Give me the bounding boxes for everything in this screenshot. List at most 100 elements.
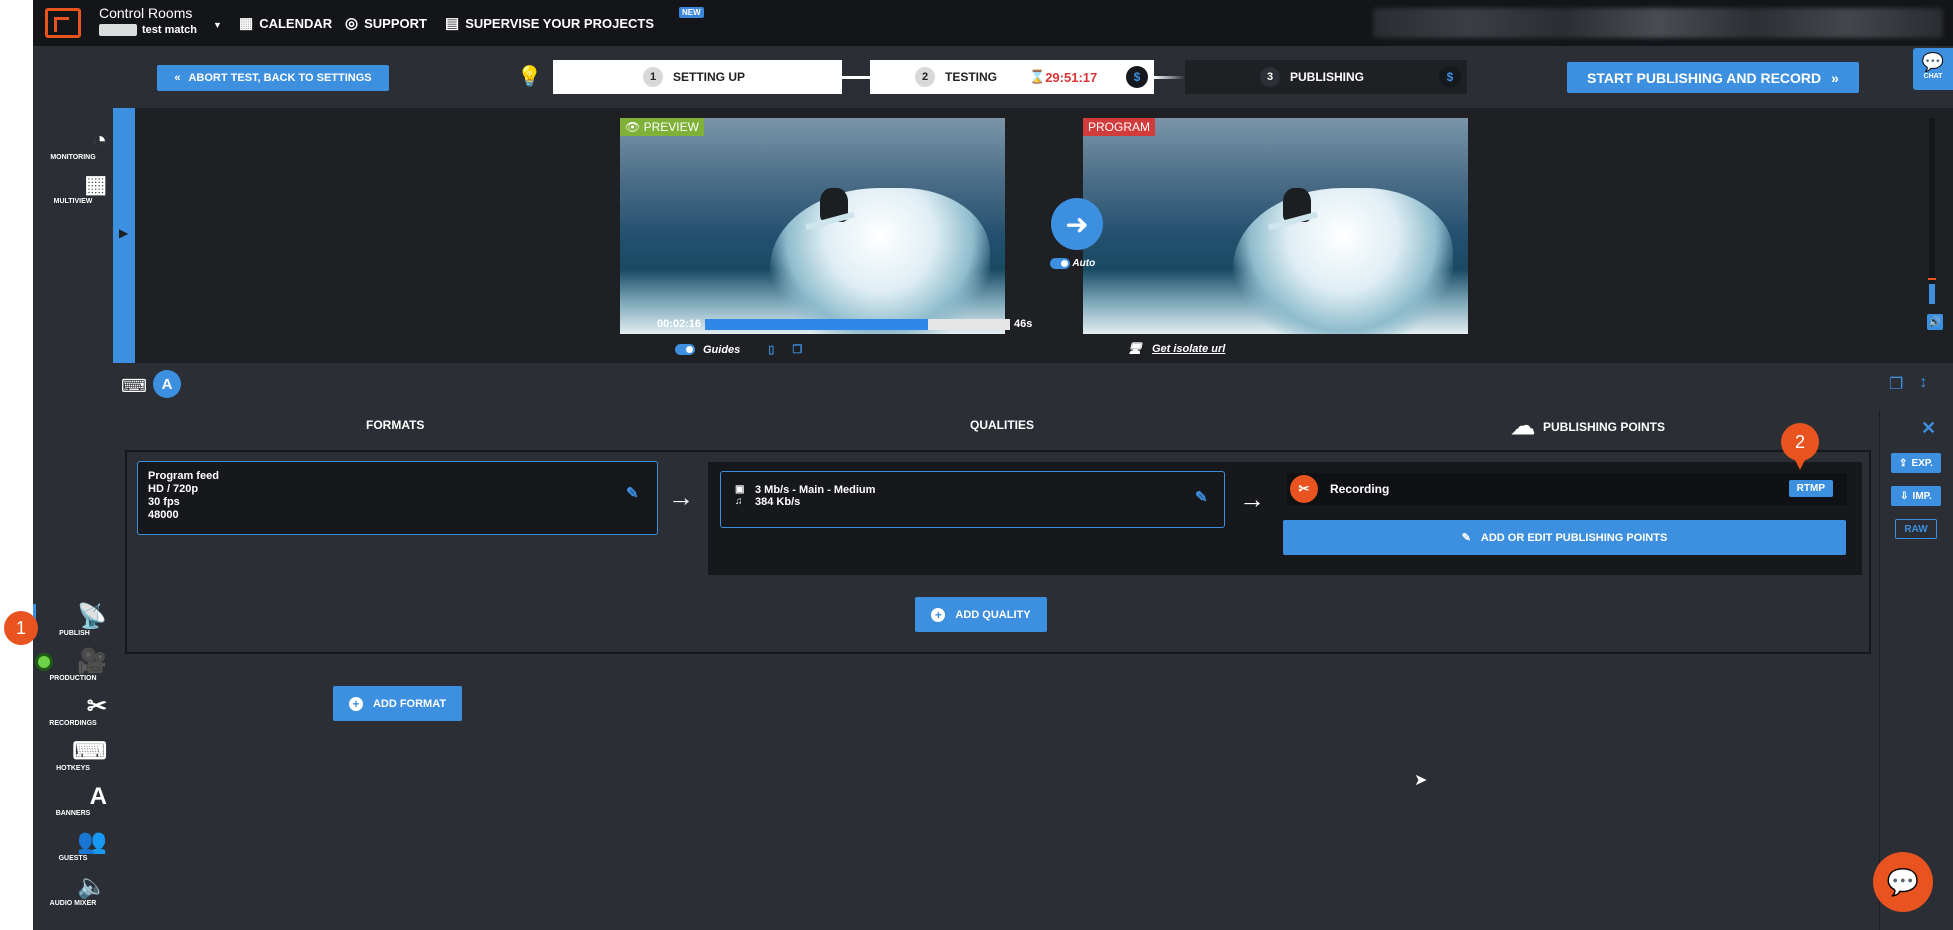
video-frame (770, 188, 990, 334)
remaining-time: 46s (1014, 318, 1033, 330)
logo-icon[interactable] (45, 8, 81, 38)
add-quality-button[interactable]: + ADD QUALITY (915, 597, 1047, 632)
sidebar-label: BANNERS (55, 810, 91, 817)
gauge-icon: ◔ (92, 127, 108, 154)
export-label: EXP. (1911, 457, 1933, 469)
step-testing[interactable]: 2 TESTING ⌛ 29:51:17 $ (870, 60, 1154, 94)
rtmp-badge[interactable]: RTMP (1788, 480, 1833, 497)
mobile-icon[interactable]: ▯ (768, 343, 774, 356)
copy-icon[interactable]: ❐ (792, 343, 802, 356)
nav-calendar[interactable]: ▦ CALENDAR (239, 14, 332, 32)
elapsed-time: 00:02:16 (657, 318, 702, 330)
pencil-icon[interactable]: ✎ (626, 486, 639, 501)
video-area (113, 108, 1953, 363)
start-publishing-button[interactable]: START PUBLISHING AND RECORD » (1567, 62, 1859, 93)
program-monitor[interactable]: PROGRAM (1083, 118, 1468, 334)
calendar-icon: ▦ (239, 15, 254, 32)
sidebar-item-multiview[interactable]: ▦ MULTIVIEW (33, 171, 113, 206)
auto-toggle[interactable] (1050, 258, 1070, 269)
blurred-user-area (1373, 8, 1943, 38)
plus-icon: + (931, 607, 946, 622)
abort-test-button[interactable]: « ABORT TEST, BACK TO SETTINGS (157, 65, 389, 91)
format-card[interactable]: Program feed HD / 720p 30 fps 48000 ✎ (137, 461, 658, 535)
sidebar-item-publish[interactable]: 📡 PUBLISH (33, 604, 113, 637)
grid-icon: ▦ (84, 171, 107, 198)
download-icon: ⇩ (1900, 490, 1909, 502)
step-connector (1154, 76, 1185, 79)
messenger-button[interactable]: 💬 (1873, 852, 1933, 912)
dollar-icon[interactable]: $ (1126, 66, 1148, 88)
step-publishing[interactable]: 3 PUBLISHING $ (1185, 60, 1467, 94)
sidebar-item-audio-mixer[interactable]: 🔈 AUDIO MIXER (33, 874, 113, 908)
sidebar-item-monitoring[interactable]: ◔ MONITORING (33, 127, 113, 162)
raw-button[interactable]: RAW (1895, 519, 1937, 539)
lifebuoy-icon: ◎ (345, 15, 359, 32)
expand-sources-strip[interactable]: ▶ (113, 108, 135, 363)
app-name: Control Rooms (99, 5, 193, 21)
step-connector (842, 76, 870, 79)
sidebar-label: HOTKEYS (56, 765, 90, 772)
status-dot (38, 656, 50, 668)
guides-toggle[interactable] (675, 344, 695, 355)
export-button[interactable]: ⇪ EXP. (1891, 453, 1941, 473)
arrow-right-icon: → (1239, 484, 1265, 514)
audio-level (1929, 284, 1935, 304)
mouse-cursor-icon: ➤ (1414, 772, 1428, 789)
chat-label: CHAT (1923, 73, 1943, 80)
format-fps: 30 fps (148, 496, 180, 508)
sidebar-item-banners[interactable]: A BANNERS (33, 784, 113, 818)
preview-monitor[interactable]: 👁 PREVIEW (620, 118, 1005, 334)
scissors-icon: ✂ (86, 693, 107, 720)
import-button[interactable]: ⇩ IMP. (1891, 486, 1941, 506)
pencil-icon[interactable]: ✎ (1195, 490, 1208, 505)
double-chevron-right-icon: » (1831, 69, 1839, 86)
banners-toggle[interactable]: A (153, 370, 181, 398)
panel-controls: ❐ ↕ (1889, 374, 1927, 394)
new-badge: NEW (679, 7, 704, 18)
quality-card[interactable]: ▣ 3 Mb/s - Main - Medium ♫ 384 Kb/s ✎ (720, 471, 1225, 528)
monitor-icon: 🖥 (1128, 343, 1142, 355)
auto-label: Auto (1072, 258, 1096, 270)
arrow-right-icon: ➜ (1065, 208, 1089, 240)
step-setting-up[interactable]: 1 SETTING UP (553, 60, 842, 94)
auto-toggle-row[interactable]: Auto (1050, 258, 1095, 269)
dollar-icon[interactable]: $ (1439, 66, 1461, 88)
sidebar-item-guests[interactable]: 👥 GUESTS (33, 828, 113, 863)
sidebar-label: RECORDINGS (49, 720, 97, 727)
nav-support[interactable]: ◎ SUPPORT (345, 14, 427, 32)
sidebar-label: MULTIVIEW (53, 198, 93, 205)
callout-tip (1792, 454, 1808, 470)
test-timer: 29:51:17 (1045, 69, 1098, 85)
sidebar-item-hotkeys[interactable]: ⌨ HOTKEYS (33, 739, 113, 773)
isolate-url-link[interactable]: Get isolate url (1152, 343, 1225, 355)
speaker-icon[interactable]: 🔊 (1927, 314, 1943, 330)
sidebar-label: GUESTS (58, 855, 88, 862)
guides-label: Guides (703, 343, 741, 356)
eye-icon: 👁 (625, 120, 644, 134)
progress-bar[interactable] (705, 319, 1010, 330)
preview-label: 👁 PREVIEW (620, 118, 704, 136)
guests-icon: 👥 (77, 828, 107, 855)
hourglass-icon: ⌛ (1029, 69, 1046, 84)
close-icon[interactable]: ✕ (1921, 418, 1936, 439)
add-publishing-points-button[interactable]: ✎ ADD OR EDIT PUBLISHING POINTS (1283, 520, 1846, 555)
lightbulb-icon[interactable]: 💡 (517, 64, 542, 89)
keyboard-icon[interactable]: ⌨ (121, 376, 147, 397)
preview-progress[interactable]: 00:02:16 (653, 318, 1010, 331)
resize-vertical-icon[interactable]: ↕ (1919, 374, 1927, 394)
scissors-icon: ✂ (1290, 475, 1318, 503)
chevron-down-icon[interactable]: ▼ (213, 20, 222, 30)
add-format-button[interactable]: + ADD FORMAT (333, 686, 462, 721)
preview-controls: Guides ▯ ❐ (675, 343, 802, 356)
chat-button[interactable]: 💬 CHAT (1913, 48, 1953, 90)
callout-marker-1: 1 (4, 611, 38, 645)
step-label: PUBLISHING (1290, 70, 1365, 84)
chevron-right-icon: ▶ (119, 226, 129, 240)
audio-meter (1928, 118, 1936, 304)
project-selector[interactable]: Control Rooms test match (99, 4, 197, 36)
publishing-point-recording[interactable]: ✂ Recording RTMP (1287, 473, 1847, 505)
take-button[interactable]: ➜ (1051, 198, 1103, 250)
copy-icon[interactable]: ❐ (1889, 374, 1903, 394)
sidebar-item-recordings[interactable]: ✂ RECORDINGS (33, 693, 113, 728)
nav-supervise[interactable]: ▤ SUPERVISE YOUR PROJECTS (445, 14, 654, 32)
